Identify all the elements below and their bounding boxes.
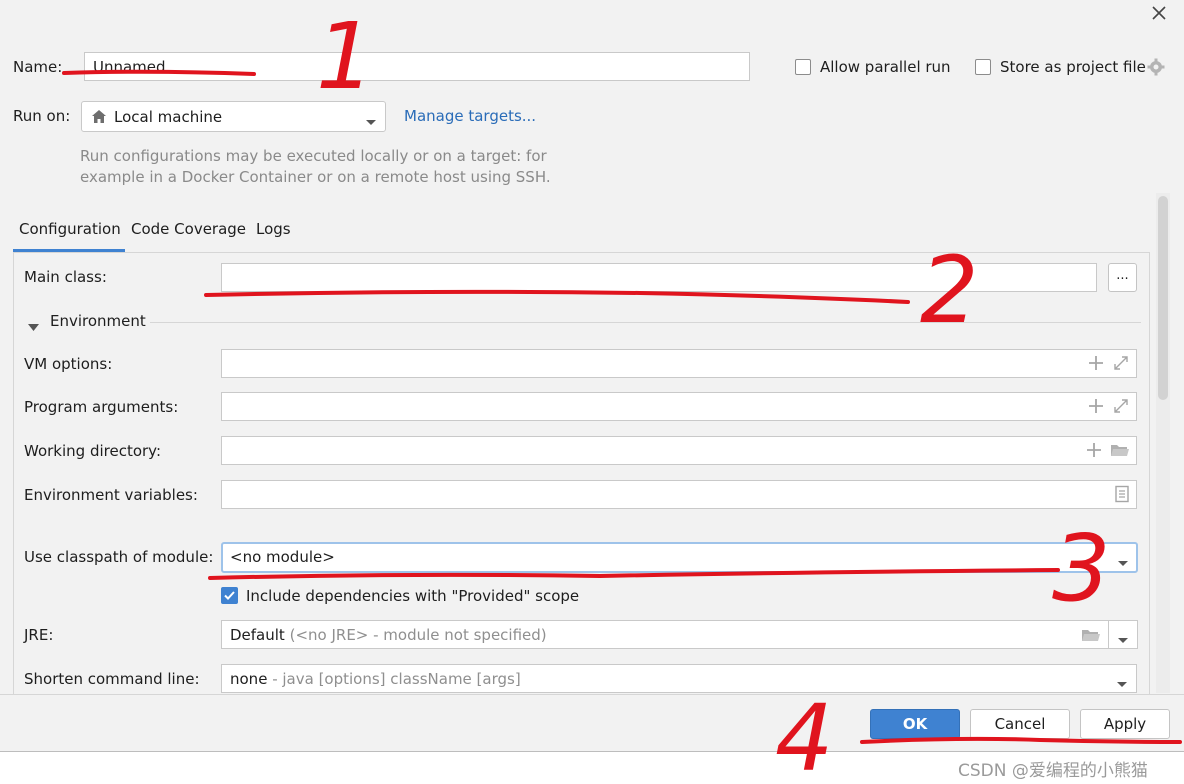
expand-icon[interactable] <box>1112 397 1130 415</box>
shorten-command-line-select[interactable]: none - java [options] className [args] <box>221 664 1137 693</box>
working-directory-label: Working directory: <box>24 442 162 460</box>
allow-parallel-checkbox[interactable] <box>795 59 811 75</box>
jre-hint: (<no JRE> - module not specified) <box>289 626 547 644</box>
checkmark-icon <box>224 591 235 600</box>
tab-logs[interactable]: Logs <box>256 220 291 238</box>
plus-icon[interactable] <box>1086 441 1102 459</box>
footer-divider <box>0 694 1184 695</box>
chevron-down-icon[interactable] <box>1117 631 1129 649</box>
main-class-label: Main class: <box>24 268 107 286</box>
classpath-module-select[interactable]: <no module> <box>221 542 1138 573</box>
close-icon <box>1152 6 1166 20</box>
gear-icon[interactable] <box>1147 58 1165 76</box>
shorten-hint: - java [options] className [args] <box>272 670 521 688</box>
chevron-down-icon <box>1116 675 1128 693</box>
expand-icon[interactable] <box>1112 354 1130 372</box>
allow-parallel-label: Allow parallel run <box>820 58 951 76</box>
vm-options-input[interactable] <box>221 349 1137 378</box>
store-project-checkbox[interactable] <box>975 59 991 75</box>
manage-targets-link[interactable]: Manage targets... <box>404 107 536 125</box>
watermark: CSDN @爱编程的小熊猫 <box>958 761 1148 781</box>
folder-icon[interactable] <box>1110 441 1130 459</box>
classpath-module-label: Use classpath of module: <box>24 548 214 566</box>
close-button[interactable] <box>1148 2 1170 24</box>
chevron-down-icon <box>365 113 377 131</box>
tab-code-coverage[interactable]: Code Coverage <box>131 220 246 238</box>
run-on-value: Local machine <box>114 108 223 126</box>
environment-variables-label: Environment variables: <box>24 486 198 504</box>
jre-label: JRE: <box>24 626 54 644</box>
folder-icon[interactable] <box>1081 626 1101 648</box>
environment-variables-input[interactable] <box>221 480 1137 509</box>
store-project-label: Store as project file <box>1000 58 1146 76</box>
run-on-label: Run on: <box>13 107 71 125</box>
shorten-value-wrap: none - java [options] className [args] <box>230 670 521 688</box>
annotation-underline-4 <box>860 736 1182 744</box>
main-class-input[interactable] <box>221 263 1097 292</box>
include-dependencies-label: Include dependencies with "Provided" sco… <box>246 587 580 605</box>
working-directory-input[interactable] <box>221 436 1137 465</box>
plus-icon[interactable] <box>1088 354 1104 372</box>
classpath-module-value: <no module> <box>230 548 335 566</box>
program-arguments-input[interactable] <box>221 392 1137 421</box>
tab-configuration[interactable]: Configuration <box>19 220 121 238</box>
run-on-hint-line1: Run configurations may be executed local… <box>80 147 547 165</box>
include-dependencies-checkbox[interactable] <box>221 587 238 604</box>
jre-dropdown-divider <box>1108 621 1109 648</box>
jre-select[interactable]: Default (<no JRE> - module not specified… <box>221 620 1138 649</box>
program-arguments-label: Program arguments: <box>24 398 179 416</box>
document-icon[interactable] <box>1114 485 1130 503</box>
environment-separator <box>150 322 1141 323</box>
collapse-triangle-icon[interactable] <box>28 318 39 336</box>
jre-value: Default <box>230 626 285 644</box>
apply-button[interactable]: Apply <box>1080 709 1170 739</box>
run-on-select[interactable]: Local machine <box>81 101 386 132</box>
ok-button[interactable]: OK <box>870 709 960 739</box>
name-value: Unnamed <box>93 58 166 76</box>
scrollbar-thumb[interactable] <box>1158 196 1168 400</box>
name-input[interactable]: Unnamed <box>84 52 750 81</box>
environment-section-label: Environment <box>50 312 146 330</box>
jre-value-wrap: Default (<no JRE> - module not specified… <box>230 626 547 644</box>
name-label: Name: <box>13 58 63 76</box>
vm-options-label: VM options: <box>24 355 113 373</box>
browse-main-class-button[interactable]: ... <box>1108 263 1137 292</box>
cancel-button[interactable]: Cancel <box>970 709 1070 739</box>
home-icon <box>91 109 107 128</box>
chevron-down-icon <box>1117 554 1129 572</box>
plus-icon[interactable] <box>1088 397 1104 415</box>
shorten-command-line-label: Shorten command line: <box>24 670 200 688</box>
run-on-hint-line2: example in a Docker Container or on a re… <box>80 168 551 186</box>
shorten-value: none <box>230 670 268 688</box>
